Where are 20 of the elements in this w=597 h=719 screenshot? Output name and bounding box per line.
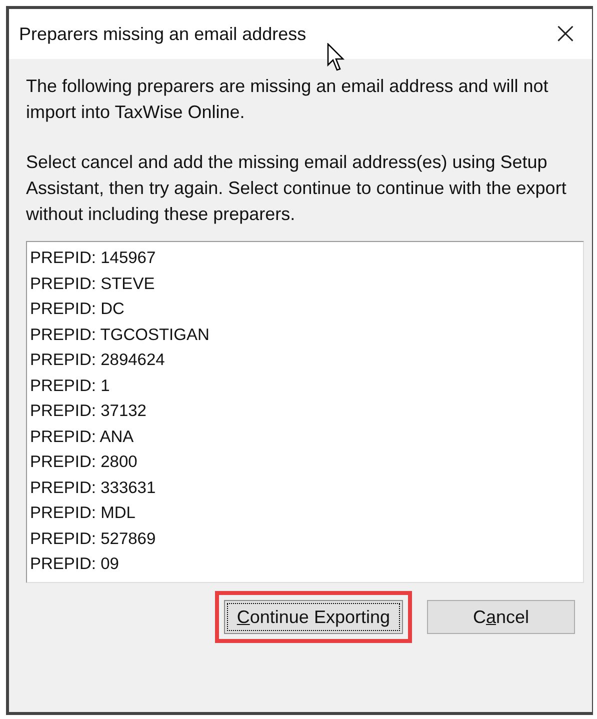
message-text: The following preparers are missing an email address and will not import into TaxWise Online.	[26, 75, 550, 124]
list-item[interactable]: PREPID: ANA	[30, 424, 580, 450]
list-item[interactable]: PREPID: STEVE	[30, 272, 580, 297]
list-item[interactable]: PREPID: MDL	[30, 501, 580, 526]
dialog-button[interactable]: Continue Exporting	[224, 600, 403, 634]
list-item[interactable]: PREPID: 527869	[30, 526, 580, 552]
list-item[interactable]: PREPID: 145967	[30, 246, 580, 272]
list-item[interactable]: PREPID: 333631	[30, 476, 580, 501]
list-item[interactable]: PREPID: 09	[30, 552, 580, 578]
dialog-button[interactable]: Cancel	[427, 600, 575, 634]
list-item[interactable]: PREPID: DC	[30, 297, 580, 322]
message-text: Select cancel and add the missing email address(es) using Setup Assistant, then try again. Select continue to continue with the export without including these preparers.	[26, 151, 568, 226]
list-item[interactable]: PREPID: 37132	[30, 399, 580, 424]
list-item[interactable]: PREPID: 2800	[30, 450, 580, 476]
list-item[interactable]: PREPID: 2894624	[30, 348, 580, 374]
list-item[interactable]: PREPID: TGCOSTIGAN	[30, 322, 580, 348]
window-title: Preparers missing an email address	[19, 24, 306, 44]
list-item[interactable]: PREPID: 1	[30, 374, 580, 399]
close-button[interactable]: ×	[548, 19, 582, 49]
list-box[interactable]: PREPID: 145967 PREPID: STEVE PREPID: DC PREPID: TGCOSTIGAN PREPID: 2894624 PREPID: 1 PREPID: 37132 PREPID: ANA PREPID: 2800 PREPID: 333631 PREPID: MDL PREPID: 527869 PREPID: 09	[26, 241, 584, 583]
